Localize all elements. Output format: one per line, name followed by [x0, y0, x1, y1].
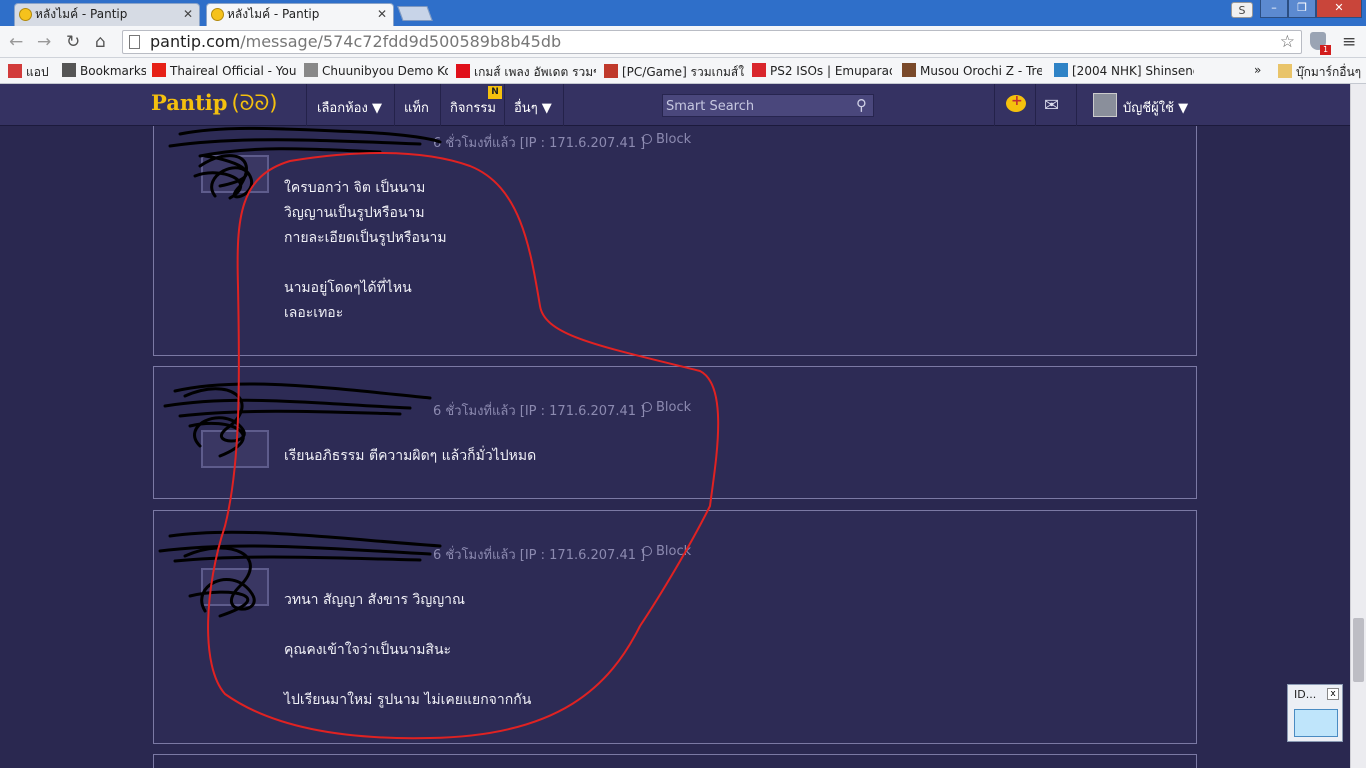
block-icon [642, 134, 652, 144]
folder-icon [1278, 64, 1292, 78]
comment-line: วิญญานเป็นรูปหรือนาม [284, 205, 425, 221]
browser-tab-1[interactable]: หลังไมค์ - Pantip ✕ [14, 3, 200, 26]
bookmark-item[interactable]: PS2 ISOs | Emuparadis [752, 63, 892, 78]
pantip-logo[interactable]: Pantip (ᘐᘐ) [151, 90, 277, 116]
youtube-icon [152, 63, 166, 77]
avatar[interactable] [201, 568, 269, 606]
play-icon [456, 64, 470, 78]
close-tab-icon[interactable]: ✕ [377, 4, 387, 25]
extension-badge: 1 [1320, 45, 1331, 55]
home-icon[interactable]: ⌂ [95, 32, 106, 52]
close-icon[interactable]: x [1327, 688, 1339, 700]
search-icon[interactable]: ⚲ [856, 96, 867, 114]
more-menu[interactable]: อื่นๆ ▼ [514, 97, 552, 118]
message-thread: 6 ชั่วโมงที่แล้ว [IP : 171.6.207.41 ] Bl… [0, 126, 1350, 768]
block-button[interactable]: Block [642, 544, 691, 559]
tab-title: หลังไมค์ - Pantip [227, 7, 320, 21]
scrollbar-thumb[interactable] [1353, 618, 1364, 682]
smart-search-box: ⚲ [662, 94, 874, 117]
browser-tab-bar: หลังไมค์ - Pantip ✕ หลังไมค์ - Pantip ✕ … [0, 0, 1366, 26]
other-bookmarks-folder[interactable]: บุ๊กมาร์กอื่นๆ [1278, 63, 1361, 82]
page-scrollbar[interactable] [1350, 84, 1366, 768]
widget-title: ID... [1294, 688, 1317, 701]
comment-line: กายละเอียดเป็นรูปหรือนาม [284, 230, 447, 246]
bookmark-item[interactable]: Chuunibyou Demo Ko [304, 63, 448, 78]
forward-arrow-icon[interactable]: → [37, 32, 51, 52]
close-tab-icon[interactable]: ✕ [183, 4, 193, 25]
face-icon [604, 64, 618, 78]
next-comment-card-edge [153, 754, 1197, 768]
back-arrow-icon[interactable]: ← [9, 32, 23, 52]
block-icon [642, 546, 652, 556]
comment-line: วทนา สัญญา สังขาร วิญญาณ [284, 592, 466, 608]
comment-line: ใครบอกว่า จิต เป็นนาม [284, 180, 426, 196]
avatar[interactable] [201, 430, 269, 468]
comment-timestamp: 6 ชั่วโมงที่แล้ว [IP : 171.6.207.41 ] [433, 404, 646, 419]
url-text: pantip.com/message/574c72fdd9d500589b8b4… [150, 32, 562, 51]
bookmark-star-icon[interactable]: ☆ [1280, 32, 1295, 52]
comment-line: เลอะเทอะ [284, 305, 344, 321]
comment-line: เรียนอภิธรรม ตีความผิดๆ แล้วก็มั่วไปหมด [284, 448, 537, 464]
football-icon [902, 63, 916, 77]
v-icon [1054, 63, 1068, 77]
comment-card: 6 ชั่วโมงที่แล้ว [IP : 171.6.207.41 ] Bl… [153, 126, 1197, 356]
bookmark-item[interactable]: [PC/Game] รวมเกมส์ใหม [604, 63, 744, 82]
mail-icon[interactable]: ✉ [1044, 95, 1059, 116]
page-icon [129, 35, 140, 49]
maximize-button[interactable]: ❐ [1288, 0, 1316, 18]
comment-line: ไปเรียนมาใหม่ รูปนาม ไม่เคยแยกจากกัน [284, 692, 532, 708]
rooms-menu[interactable]: เลือกห้อง ▼ [317, 97, 382, 118]
comment-card: 6 ชั่วโมงที่แล้ว [IP : 171.6.207.41 ] Bl… [153, 366, 1197, 499]
pantip-favicon-icon [211, 8, 224, 21]
bookmark-item[interactable]: [2004 NHK] Shinseng [1054, 63, 1194, 78]
pantip-header: Pantip (ᘐᘐ) เลือกห้อง ▼ แท็ก กิจกรรม N อื… [0, 84, 1366, 126]
minimize-button[interactable]: – [1260, 0, 1288, 18]
account-menu[interactable]: บัญชีผู้ใช้ ▼ [1123, 97, 1188, 118]
apps-grid-icon [8, 64, 22, 78]
browser-toolbar: ← → ↻ ⌂ pantip.com/message/574c72fdd9d50… [0, 26, 1366, 58]
comment-timestamp: 6 ชั่วโมงที่แล้ว [IP : 171.6.207.41 ] [433, 548, 646, 563]
browser-tab-2-active[interactable]: หลังไมค์ - Pantip ✕ [206, 3, 394, 26]
new-tab-button[interactable] [397, 6, 433, 21]
profile-button[interactable]: S [1231, 2, 1253, 18]
comment-line: คุณคงเข้าใจว่าเป็นนามสินะ [284, 642, 452, 658]
bookmark-item[interactable]: แอป [8, 63, 56, 82]
mushroom-icon [752, 63, 766, 77]
bookmark-item[interactable]: เกมส์ เพลง อัพเดต รวมข่ [456, 63, 596, 82]
bookmarks-overflow-button[interactable]: » [1254, 63, 1261, 77]
idm-download-widget[interactable]: ID... x [1287, 684, 1343, 742]
close-window-button[interactable]: ✕ [1316, 0, 1362, 18]
bookmark-item[interactable]: Bookmarks [62, 63, 146, 78]
comment-card: 6 ชั่วโมงที่แล้ว [IP : 171.6.207.41 ] Bl… [153, 510, 1197, 744]
tags-menu[interactable]: แท็ก [404, 97, 429, 118]
bookmarks-bar: แอป Bookmarks Thaireal Official - YouT Chuu… [0, 58, 1366, 84]
new-badge: N [488, 86, 502, 99]
reload-icon[interactable]: ↻ [66, 32, 80, 52]
create-topic-icon[interactable] [1006, 93, 1026, 112]
star-icon [62, 63, 76, 77]
address-bar[interactable]: pantip.com/message/574c72fdd9d500589b8b4… [122, 30, 1302, 54]
avatar[interactable] [1093, 93, 1117, 117]
comment-line: นามอยู่โดดๆได้ที่ไหน [284, 280, 412, 296]
search-input[interactable] [666, 97, 846, 115]
activities-menu[interactable]: กิจกรรม [450, 97, 496, 118]
chrome-menu-icon[interactable]: ≡ [1342, 32, 1356, 52]
block-button[interactable]: Block [642, 132, 691, 147]
pantip-favicon-icon [19, 8, 32, 21]
page-icon [304, 63, 318, 77]
tab-title: หลังไมค์ - Pantip [35, 7, 128, 21]
block-icon [642, 402, 652, 412]
download-basket-icon[interactable] [1294, 709, 1338, 737]
bookmark-item[interactable]: Thaireal Official - YouT [152, 63, 296, 78]
avatar[interactable] [201, 155, 269, 193]
bookmark-item[interactable]: Musou Orochi Z - Trer [902, 63, 1042, 78]
block-button[interactable]: Block [642, 400, 691, 415]
comment-timestamp: 6 ชั่วโมงที่แล้ว [IP : 171.6.207.41 ] [433, 136, 646, 151]
